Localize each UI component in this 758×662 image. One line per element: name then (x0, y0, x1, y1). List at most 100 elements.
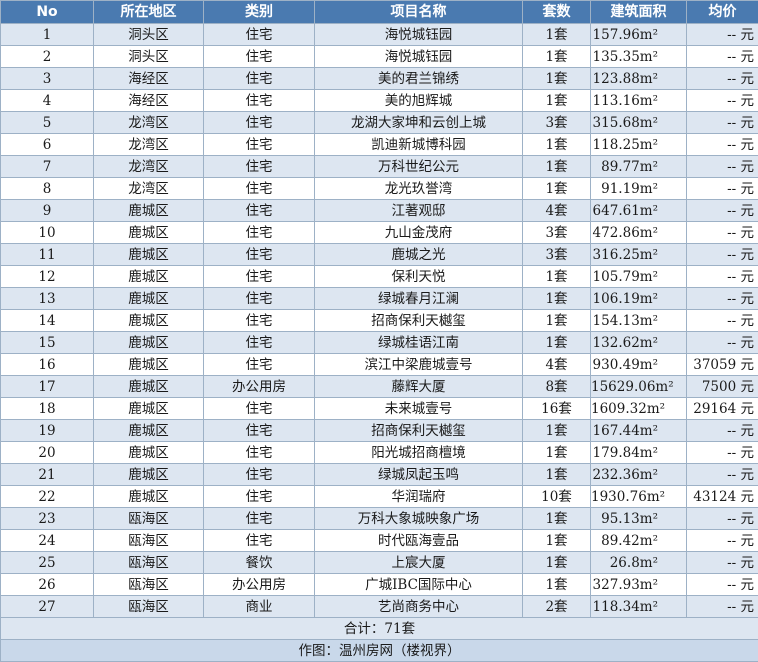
units-cell: 1套 (523, 552, 591, 574)
project-name-cell: 未来城壹号 (315, 398, 523, 420)
units-cell: 1套 (523, 156, 591, 178)
district-cell: 瓯海区 (94, 508, 204, 530)
table-row: 15鹿城区住宅绿城桂语江南1套132.62m²-- 元 (1, 332, 758, 354)
area-cell: 316.25m² (591, 244, 687, 266)
category-cell: 住宅 (204, 266, 315, 288)
project-name-cell: 海悦城钰园 (315, 24, 523, 46)
row-number: 15 (1, 332, 94, 354)
district-cell: 鹿城区 (94, 398, 204, 420)
category-cell: 住宅 (204, 90, 315, 112)
price-cell: -- 元 (687, 310, 758, 332)
project-name-cell: 广城IBC国际中心 (315, 574, 523, 596)
table-body: 1洞头区住宅海悦城钰园1套157.96m²-- 元2洞头区住宅海悦城钰园1套13… (1, 24, 758, 618)
row-number: 13 (1, 288, 94, 310)
row-number: 12 (1, 266, 94, 288)
area-cell: 106.19m² (591, 288, 687, 310)
units-cell: 1套 (523, 134, 591, 156)
category-cell: 住宅 (204, 134, 315, 156)
category-cell: 住宅 (204, 420, 315, 442)
area-cell: 118.25m² (591, 134, 687, 156)
area-cell: 157.96m² (591, 24, 687, 46)
row-number: 20 (1, 442, 94, 464)
category-cell: 住宅 (204, 178, 315, 200)
table-row: 2洞头区住宅海悦城钰园1套135.35m²-- 元 (1, 46, 758, 68)
project-name-cell: 江著观邸 (315, 200, 523, 222)
price-cell: 37059 元 (687, 354, 758, 376)
district-cell: 鹿城区 (94, 288, 204, 310)
category-cell: 商业 (204, 596, 315, 618)
price-cell: -- 元 (687, 574, 758, 596)
units-cell: 10套 (523, 486, 591, 508)
area-cell: 472.86m² (591, 222, 687, 244)
project-name-cell: 时代瓯海壹品 (315, 530, 523, 552)
project-name-cell: 艺尚商务中心 (315, 596, 523, 618)
units-cell: 1套 (523, 420, 591, 442)
area-cell: 135.35m² (591, 46, 687, 68)
district-cell: 龙湾区 (94, 178, 204, 200)
project-name-cell: 上宸大厦 (315, 552, 523, 574)
units-cell: 3套 (523, 244, 591, 266)
units-cell: 1套 (523, 68, 591, 90)
price-cell: -- 元 (687, 420, 758, 442)
price-cell: -- 元 (687, 222, 758, 244)
area-cell: 15629.06m² (591, 376, 687, 398)
table-row: 22鹿城区住宅华润瑞府10套1930.76m²43124 元 (1, 486, 758, 508)
units-cell: 3套 (523, 112, 591, 134)
district-cell: 鹿城区 (94, 222, 204, 244)
table-row: 1洞头区住宅海悦城钰园1套157.96m²-- 元 (1, 24, 758, 46)
district-cell: 鹿城区 (94, 486, 204, 508)
row-number: 14 (1, 310, 94, 332)
category-cell: 餐饮 (204, 552, 315, 574)
category-cell: 住宅 (204, 288, 315, 310)
district-cell: 瓯海区 (94, 574, 204, 596)
district-cell: 龙湾区 (94, 134, 204, 156)
category-cell: 住宅 (204, 442, 315, 464)
column-header: 项目名称 (315, 1, 523, 24)
project-name-cell: 九山金茂府 (315, 222, 523, 244)
area-cell: 105.79m² (591, 266, 687, 288)
units-cell: 1套 (523, 266, 591, 288)
area-cell: 89.42m² (591, 530, 687, 552)
district-cell: 鹿城区 (94, 376, 204, 398)
table-row: 8龙湾区住宅龙光玖誉湾1套91.19m²-- 元 (1, 178, 758, 200)
project-name-cell: 保利天悦 (315, 266, 523, 288)
price-cell: -- 元 (687, 508, 758, 530)
project-name-cell: 龙湖大家坤和云创上城 (315, 112, 523, 134)
row-number: 17 (1, 376, 94, 398)
column-header: 建筑面积 (591, 1, 687, 24)
row-number: 2 (1, 46, 94, 68)
units-cell: 4套 (523, 354, 591, 376)
row-number: 5 (1, 112, 94, 134)
district-cell: 鹿城区 (94, 420, 204, 442)
category-cell: 住宅 (204, 486, 315, 508)
units-cell: 1套 (523, 574, 591, 596)
row-number: 22 (1, 486, 94, 508)
district-cell: 瓯海区 (94, 552, 204, 574)
units-cell: 1套 (523, 46, 591, 68)
row-number: 3 (1, 68, 94, 90)
category-cell: 住宅 (204, 530, 315, 552)
area-cell: 123.88m² (591, 68, 687, 90)
category-cell: 住宅 (204, 354, 315, 376)
area-cell: 26.8m² (591, 552, 687, 574)
transaction-table: No所在地区类别项目名称套数建筑面积均价 1洞头区住宅海悦城钰园1套157.96… (0, 0, 758, 662)
header-row: No所在地区类别项目名称套数建筑面积均价 (1, 1, 758, 24)
project-name-cell: 鹿城之光 (315, 244, 523, 266)
project-name-cell: 华润瑞府 (315, 486, 523, 508)
price-cell: -- 元 (687, 46, 758, 68)
category-cell: 办公用房 (204, 574, 315, 596)
project-name-cell: 美的君兰锦绣 (315, 68, 523, 90)
table-row: 24瓯海区住宅时代瓯海壹品1套89.42m²-- 元 (1, 530, 758, 552)
row-number: 16 (1, 354, 94, 376)
project-name-cell: 招商保利天樾玺 (315, 420, 523, 442)
table-row: 12鹿城区住宅保利天悦1套105.79m²-- 元 (1, 266, 758, 288)
column-header: 所在地区 (94, 1, 204, 24)
project-name-cell: 滨江中梁鹿城壹号 (315, 354, 523, 376)
category-cell: 住宅 (204, 222, 315, 244)
category-cell: 住宅 (204, 24, 315, 46)
area-cell: 179.84m² (591, 442, 687, 464)
table-row: 6龙湾区住宅凯迪新城博科园1套118.25m²-- 元 (1, 134, 758, 156)
district-cell: 鹿城区 (94, 200, 204, 222)
area-cell: 154.13m² (591, 310, 687, 332)
units-cell: 1套 (523, 508, 591, 530)
